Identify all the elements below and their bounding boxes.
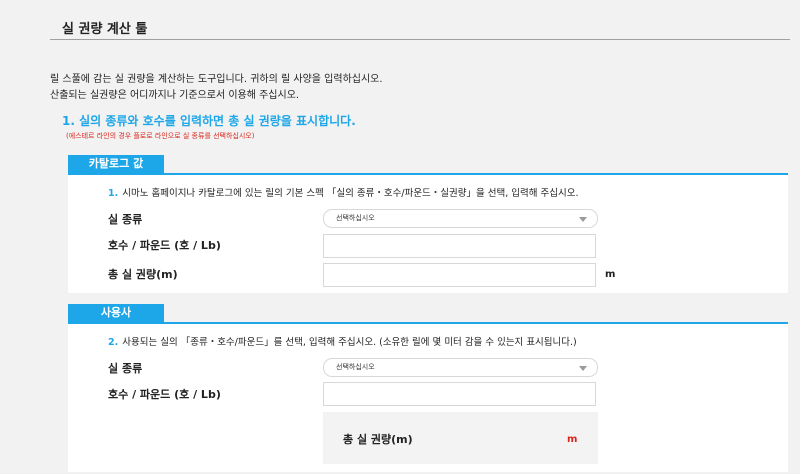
tab-usage: 사용사 [68, 304, 164, 322]
usage-line-type-label: 실 종류 [108, 362, 143, 375]
usage-number-input[interactable] [323, 382, 596, 406]
catalog-section: 1. 시마노 홈페이지나 카탈로그에 있는 릴의 기본 스펙 「실의 종류・호수/… [68, 173, 788, 293]
catalog-total-label: 총 실 권량(m) [108, 268, 178, 281]
tab-catalog: 카탈로그 값 [68, 155, 164, 173]
catalog-instruction-number: 1. [108, 188, 119, 199]
usage-line-type-select[interactable]: 선택하십시오 [323, 358, 598, 377]
usage-line-type-value: 선택하십시오 [336, 363, 375, 371]
usage-result-panel: 총 실 권량(m) m [323, 412, 598, 464]
catalog-line-type-select[interactable]: 선택하십시오 [323, 209, 598, 228]
usage-instruction-text: 사용되는 실의 「종류・호수/파운드」를 선택, 입력해 주십시오. (소유한 … [122, 337, 577, 348]
title-divider [50, 39, 790, 40]
usage-number-label: 호수 / 파운드 (호 / Lb) [108, 388, 221, 401]
catalog-number-label: 호수 / 파운드 (호 / Lb) [108, 239, 221, 252]
catalog-total-input[interactable] [323, 263, 596, 287]
usage-result-unit: m [567, 434, 578, 445]
usage-instruction-number: 2. [108, 337, 119, 348]
ester-line-note: (에스테르 라인의 경우 플로로 라인으로 실 종류를 선택하십시오) [66, 132, 255, 140]
usage-section: 2. 사용되는 실의 「종류・호수/파운드」를 선택, 입력해 주십시오. (소유… [68, 322, 788, 472]
catalog-total-unit: m [605, 269, 616, 280]
intro-text: 릴 스풀에 감는 실 권량을 계산하는 도구입니다. 귀하의 릴 사양을 입력하… [50, 72, 383, 104]
step-heading: 1. 실의 종류와 호수를 입력하면 총 실 권량을 표시합니다. [62, 114, 356, 128]
intro-line-2: 산출되는 실권량은 어디까지나 기준으로서 이용해 주십시오. [50, 90, 300, 101]
usage-result-label: 총 실 권량(m) [343, 433, 413, 446]
catalog-line-type-label: 실 종류 [108, 213, 143, 226]
intro-line-1: 릴 스풀에 감는 실 권량을 계산하는 도구입니다. 귀하의 릴 사양을 입력하… [50, 74, 383, 85]
catalog-line-type-value: 선택하십시오 [336, 214, 375, 222]
catalog-instruction-text: 시마노 홈페이지나 카탈로그에 있는 릴의 기본 스펙 「실의 종류・호수/파운… [122, 188, 579, 199]
usage-instruction: 2. 사용되는 실의 「종류・호수/파운드」를 선택, 입력해 주십시오. (소유… [108, 334, 577, 348]
chevron-down-icon [579, 217, 587, 222]
catalog-instruction: 1. 시마노 홈페이지나 카탈로그에 있는 릴의 기본 스펙 「실의 종류・호수/… [108, 185, 579, 199]
catalog-number-input[interactable] [323, 234, 596, 258]
page-title: 실 권량 계산 툴 [62, 22, 148, 37]
chevron-down-icon [579, 366, 587, 371]
